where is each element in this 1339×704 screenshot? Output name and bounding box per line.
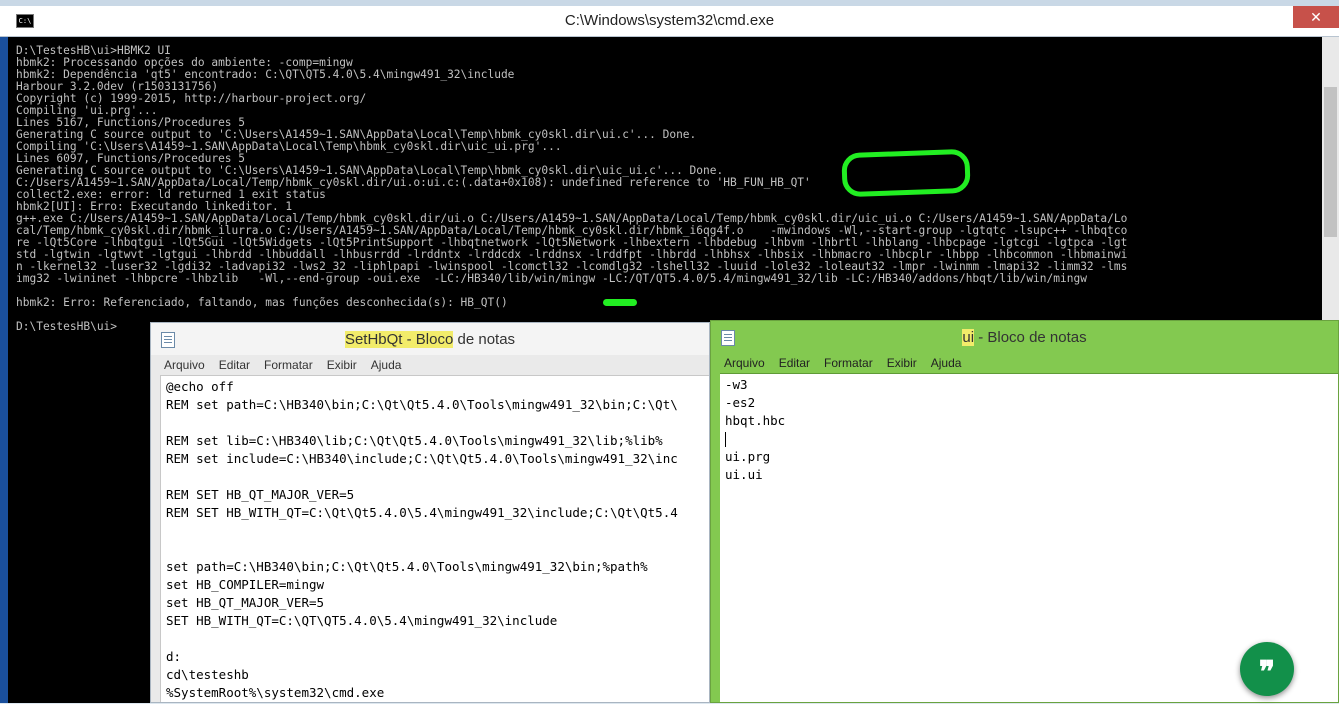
notepad-text-area[interactable]: @echo off REM set path=C:\HB340\bin;C:\Qt…: [160, 375, 709, 702]
notepad-text: -w3 -es2 hbqt.hbc ui.prg ui.ui: [725, 376, 1338, 484]
notepad-line: hbqt.hbc: [725, 413, 786, 428]
notepad-line: [166, 540, 709, 558]
notepad-line: d:: [166, 649, 182, 664]
notepad-title: SetHbQt - Bloco de notas: [151, 331, 709, 348]
notepad-titlebar[interactable]: ui - Bloco de notas: [711, 321, 1338, 353]
menu-item-formatar[interactable]: Formatar: [817, 353, 880, 373]
cmd-scroll-thumb[interactable]: [1324, 87, 1337, 237]
console-line: hbmk2: Erro: Referenciado, faltando, mas…: [16, 296, 508, 309]
notepad-line: REM set lib=C:\HB340\lib;C:\Qt\Qt5.4.0\T…: [166, 433, 663, 448]
notepad-line: REM set path=C:\HB340\bin;C:\Qt\Qt5.4.0\…: [166, 397, 678, 412]
notepad-line: -w3: [725, 377, 748, 392]
notepad-line: REM SET HB_WITH_QT=C:\Qt\Qt5.4.0\5.4\min…: [166, 505, 678, 520]
notepad-title-highlight: SetHbQt - Bloco: [344, 331, 454, 348]
annotation-underline: [603, 299, 637, 306]
text-caret: [725, 432, 726, 447]
notepad-line: @echo off: [166, 379, 234, 394]
notepad-line: set HB_COMPILER=mingw: [166, 577, 325, 592]
console-line: Copyright (c) 1999-2015, http://harbour-…: [16, 92, 367, 105]
console-line: img32 -lwininet -lhbpcre -lhbzlib -Wl,--…: [16, 272, 1087, 285]
menu-item-arquivo[interactable]: Arquivo: [157, 355, 212, 375]
notepad-line: [166, 468, 709, 486]
notepad-line: [166, 414, 709, 432]
notepad-titlebar[interactable]: SetHbQt - Bloco de notas: [151, 323, 709, 355]
annotation-circle: [841, 148, 971, 198]
notepad-title: ui - Bloco de notas: [711, 329, 1338, 346]
notepad-line: REM SET HB_QT_MAJOR_VER=5: [166, 487, 355, 502]
notepad-line: set path=C:\HB340\bin;C:\Qt\Qt5.4.0\Tool…: [166, 559, 648, 574]
notepad-line: cd\testeshb: [166, 667, 249, 682]
menu-item-arquivo[interactable]: Arquivo: [717, 353, 772, 373]
notepad-line: -es2: [725, 395, 756, 410]
menu-item-editar[interactable]: Editar: [772, 353, 817, 373]
notepad-title-rest: de notas: [453, 331, 516, 348]
notepad-title-rest: - Bloco de notas: [974, 329, 1087, 346]
menu-item-ajuda[interactable]: Ajuda: [924, 353, 969, 373]
notepad-line: [725, 430, 1338, 448]
notepad-line: ui.prg: [725, 449, 771, 464]
menu-item-exibir[interactable]: Exibir: [880, 353, 924, 373]
notepad-menubar: Arquivo Editar Formatar Exibir Ajuda: [151, 355, 709, 375]
notepad-window-ui[interactable]: ui - Bloco de notas Arquivo Editar Formata…: [710, 320, 1339, 703]
menu-item-formatar[interactable]: Formatar: [257, 355, 320, 375]
notepad-line: %SystemRoot%\system32\cmd.exe: [166, 685, 385, 700]
cmd-window-title: C:\Windows\system32\cmd.exe: [564, 12, 775, 29]
quote-button[interactable]: ❞: [1240, 642, 1294, 696]
notepad-line: ui.ui: [725, 467, 763, 482]
notepad-line: REM set include=C:\HB340\include;C:\Qt\Q…: [166, 451, 678, 466]
menu-item-exibir[interactable]: Exibir: [320, 355, 364, 375]
notepad-line: [166, 630, 709, 648]
close-icon[interactable]: ✕: [1293, 6, 1339, 28]
notepad-line: [166, 522, 709, 540]
menu-item-ajuda[interactable]: Ajuda: [364, 355, 409, 375]
notepad-line: SET HB_WITH_QT=C:\QT\QT5.4.0\5.4\mingw49…: [166, 613, 558, 628]
notepad-line: set HB_QT_MAJOR_VER=5: [166, 595, 325, 610]
notepad-menubar: Arquivo Editar Formatar Exibir Ajuda: [711, 353, 1338, 373]
cmd-titlebar[interactable]: C:\ C:\Windows\system32\cmd.exe ✕: [0, 6, 1339, 37]
menu-item-editar[interactable]: Editar: [212, 355, 257, 375]
notepad-window-sethbqt[interactable]: SetHbQt - Bloco de notas Arquivo Editar Fo…: [150, 322, 710, 703]
notepad-text: @echo off REM set path=C:\HB340\bin;C:\Qt…: [166, 378, 709, 702]
notepad-title-highlight: ui: [962, 329, 975, 346]
